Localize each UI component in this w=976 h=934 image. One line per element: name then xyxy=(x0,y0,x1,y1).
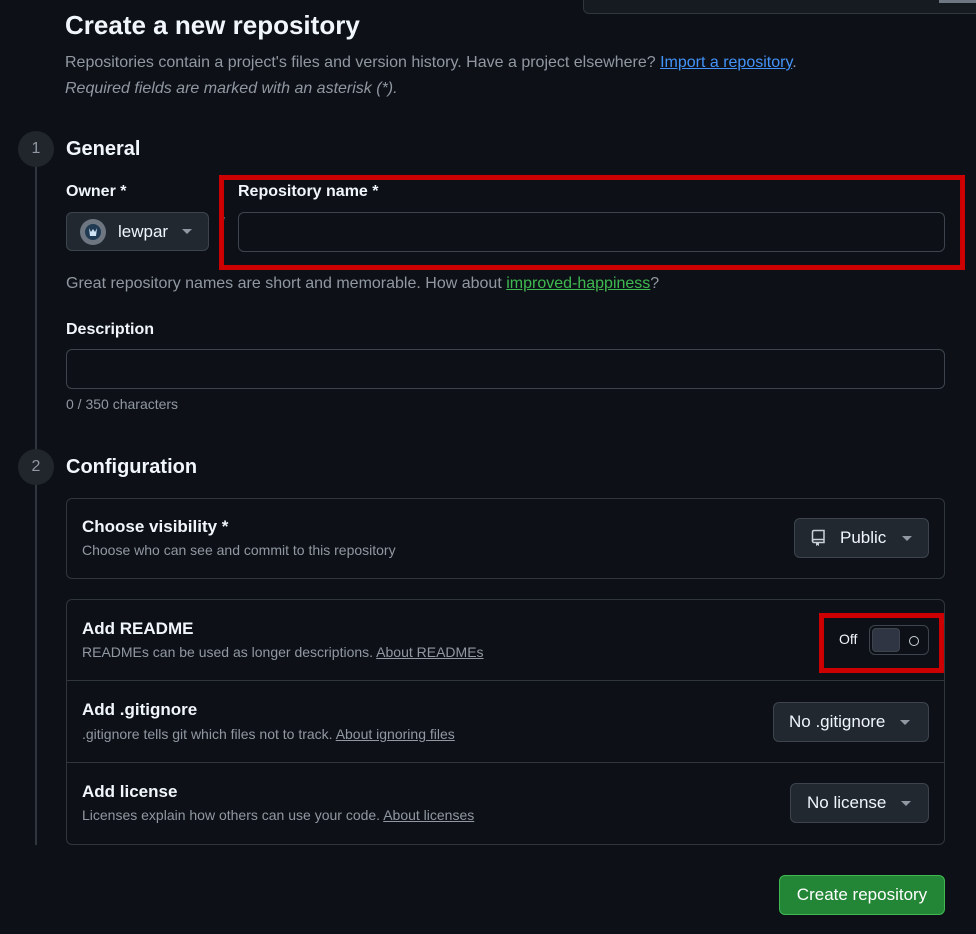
page-intro: Repositories contain a project's files a… xyxy=(65,50,797,102)
row-divider xyxy=(67,762,944,763)
suggested-name-link[interactable]: improved-happiness xyxy=(506,275,650,292)
import-repository-link[interactable]: Import a repository xyxy=(660,54,792,71)
steps-timeline xyxy=(35,150,37,845)
license-desc-text: Licenses explain how others can use your… xyxy=(82,807,381,823)
chevron-down-icon xyxy=(901,800,912,806)
owner-avatar-icon xyxy=(85,223,101,240)
description-char-count: 0 / 350 characters xyxy=(66,396,179,412)
readme-toggle-highlight xyxy=(819,613,944,673)
visibility-title: Choose visibility * xyxy=(82,517,229,536)
license-value: No license xyxy=(807,793,887,812)
repo-icon xyxy=(811,529,825,546)
suggestion-prefix: Great repository names are short and mem… xyxy=(66,275,502,292)
intro-text: Repositories contain a project's files a… xyxy=(65,54,656,71)
general-section-title: General xyxy=(66,138,141,160)
about-ignoring-files-link[interactable]: About ignoring files xyxy=(336,726,455,742)
top-overlay-bar xyxy=(583,0,976,14)
chevron-down-icon xyxy=(900,719,911,725)
license-title: Add license xyxy=(82,782,178,801)
owner-dropdown[interactable]: lewpar xyxy=(66,212,209,251)
visibility-value: Public xyxy=(840,528,887,547)
overlay-edge xyxy=(939,0,976,3)
chevron-down-icon xyxy=(182,229,193,234)
gitignore-dropdown[interactable]: No .gitignore xyxy=(773,702,929,742)
owner-label: Owner * xyxy=(66,183,127,200)
gitignore-desc-text: .gitignore tells git which files not to … xyxy=(82,726,333,742)
chevron-down-icon xyxy=(902,535,913,541)
readme-desc-text: READMEs can be used as longer descriptio… xyxy=(82,644,374,660)
avatar xyxy=(80,218,106,245)
owner-name: lewpar xyxy=(118,221,169,241)
about-readmes-link[interactable]: About READMEs xyxy=(376,644,483,660)
page-title: Create a new repository xyxy=(65,10,360,40)
repository-name-highlight xyxy=(219,175,965,270)
row-divider xyxy=(67,680,944,681)
suggestion-suffix: ? xyxy=(650,275,660,292)
name-suggestion: Great repository names are short and mem… xyxy=(66,275,659,293)
gitignore-value: No .gitignore xyxy=(789,712,886,731)
configuration-section-title: Configuration xyxy=(66,456,198,478)
description-input[interactable] xyxy=(66,349,945,389)
gitignore-title: Add .gitignore xyxy=(82,700,198,719)
step-1-badge: 1 xyxy=(18,131,54,167)
create-repository-button[interactable]: Create repository xyxy=(779,875,945,915)
readme-title: Add README xyxy=(82,619,194,638)
visibility-description: Choose who can see and commit to this re… xyxy=(82,542,396,558)
description-label: Description xyxy=(66,321,155,338)
required-note: Required fields are marked with an aster… xyxy=(65,80,398,97)
license-dropdown[interactable]: No license xyxy=(790,783,929,823)
intro-period: . xyxy=(792,54,797,71)
visibility-dropdown[interactable]: Public xyxy=(794,518,929,558)
license-description: Licenses explain how others can use your… xyxy=(82,807,474,823)
step-2-badge: 2 xyxy=(18,449,54,485)
about-licenses-link[interactable]: About licenses xyxy=(383,807,474,823)
gitignore-description: .gitignore tells git which files not to … xyxy=(82,726,455,742)
readme-description: READMEs can be used as longer descriptio… xyxy=(82,644,484,660)
